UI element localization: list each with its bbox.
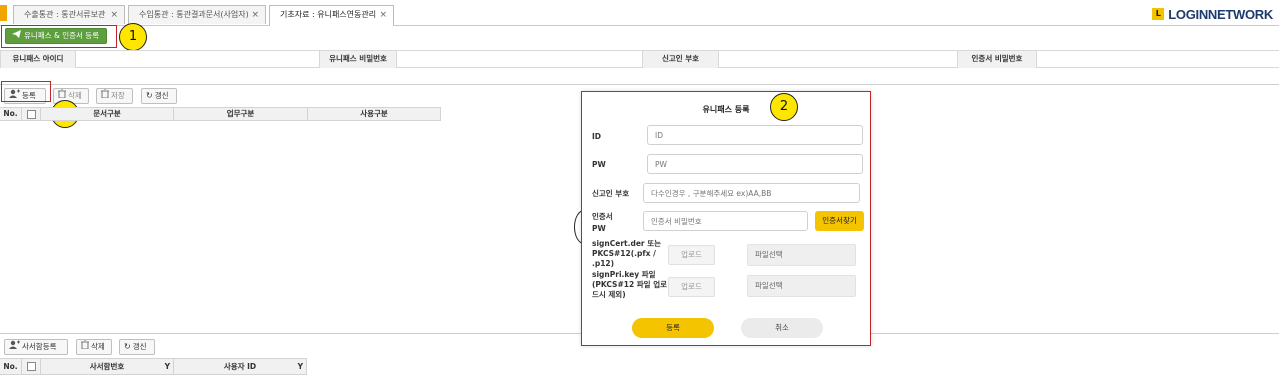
filter-icon[interactable]: Y [298,359,303,374]
tab-export-docs[interactable]: 수출통관 : 통관서류보관 × [13,5,125,24]
button-label: 갱신 [154,91,169,100]
tab-label: 기초자료 : 유니패스연동관리 [280,10,377,19]
mailbox-delete-button[interactable]: 삭제 [76,339,112,355]
button-label: 삭제 [91,342,105,351]
id-label: ID [592,132,602,141]
pw-field[interactable] [647,154,863,174]
id-field[interactable] [647,125,863,145]
signcert-upload-button[interactable]: 업로드 [668,245,715,265]
cancel-button[interactable]: 취소 [741,318,823,338]
signpri-label: signPri.key 파일 (PKCS#12 파일 업로드시 제외) [592,270,667,299]
add-user-icon [9,340,20,354]
button-label: 갱신 [132,342,147,351]
dialog-title: 유니패스 등록 [702,105,750,114]
mailbox-grid-header: No. 사서함번호 Y 사용자 ID Y [0,358,307,375]
refresh-icon: ↻ [146,91,153,100]
save-button[interactable]: 저장 [96,88,133,104]
mailbox-register-button[interactable]: 사서함등록 [4,339,68,355]
tab-strip: 수출통관 : 통관서류보관 × 수입통관 : 통관결과문서(사업자) × 기초자… [0,0,1279,26]
col-use-type[interactable]: 사용구분 [308,108,441,121]
unipass-id-header: 유니패스 아이디 [0,51,76,68]
unipass-register-dialog: 유니패스 등록 2 ID PW 신고인 부호 인증서 PW 인증서찾기 sign… [581,91,871,346]
cert-pw-label-2: PW [592,224,606,233]
mailbox-refresh-button[interactable]: ↻ 갱신 [119,339,155,355]
col-doc-type[interactable]: 문서구분 [41,108,174,121]
find-cert-button[interactable]: 인증서찾기 [815,211,864,231]
unipass-info-row: 유니패스 아이디 유니패스 비밀번호 신고인 부호 인증서 비밀번호 [0,50,1279,68]
close-icon[interactable]: × [251,6,259,24]
col-label: 사서함번호 [89,362,125,371]
tab-import-results[interactable]: 수입통관 : 통관결과문서(사업자) × [128,5,266,24]
trash-icon [81,339,89,354]
button-label: 저장 [111,91,125,100]
select-all-checkbox[interactable] [22,108,41,121]
tab-label: 수입통관 : 통관결과문서(사업자) [139,10,249,19]
highlight-box-3 [1,81,51,102]
callout-2: 2 [770,93,798,121]
logo-wordmark: LOGINNETWORK [1168,6,1273,22]
cert-pw-header: 인증서 비밀번호 [957,51,1037,68]
unipass-pw-header: 유니패스 비밀번호 [319,51,397,68]
col-label: 사용자 ID [223,362,257,371]
declarant-code-field[interactable] [643,183,860,203]
pw-label: PW [592,160,606,169]
signpri-upload-button[interactable]: 업로드 [668,277,715,297]
callout-1: 1 [119,23,147,51]
col-work-type[interactable]: 업무구분 [174,108,308,121]
trash-icon [101,88,109,103]
tab-unipass-management[interactable]: 기초자료 : 유니패스연동관리 × [269,5,394,26]
close-icon[interactable]: × [379,6,387,24]
col-no: No. [0,108,22,121]
select-all-checkbox[interactable] [22,359,41,374]
signpri-file-select[interactable]: 파일선택 [747,275,856,297]
cert-pw-field[interactable] [643,211,808,231]
brand-logo: L LOGINNETWORK [1152,6,1273,22]
cert-pw-label: 인증서 [592,212,613,221]
signcert-label: signCert.der 또는 PKCS#12(.pfx / .p12) [592,239,662,268]
declarant-code-header: 신고인 부호 [642,51,719,68]
declarant-code-label: 신고인 부호 [592,189,630,198]
close-icon[interactable]: × [110,6,118,24]
col-user-id[interactable]: 사용자 ID Y [174,359,307,374]
signcert-file-select[interactable]: 파일선택 [747,244,856,266]
logo-mark-icon: L [1152,8,1165,20]
tab-menu-toggle[interactable] [0,5,7,21]
button-label: 사서함등록 [22,342,57,351]
filter-icon[interactable]: Y [165,359,170,374]
col-mailbox-no[interactable]: 사서함번호 Y [41,359,174,374]
highlight-box-1 [1,25,117,48]
refresh-icon: ↻ [124,342,131,351]
submit-button[interactable]: 등록 [632,318,714,338]
tab-label: 수출통관 : 통관서류보관 [24,10,106,19]
col-no: No. [0,359,22,374]
document-grid-header: No. 문서구분 업무구분 사용구분 [0,107,441,121]
refresh-button[interactable]: ↻ 갱신 [141,88,177,104]
